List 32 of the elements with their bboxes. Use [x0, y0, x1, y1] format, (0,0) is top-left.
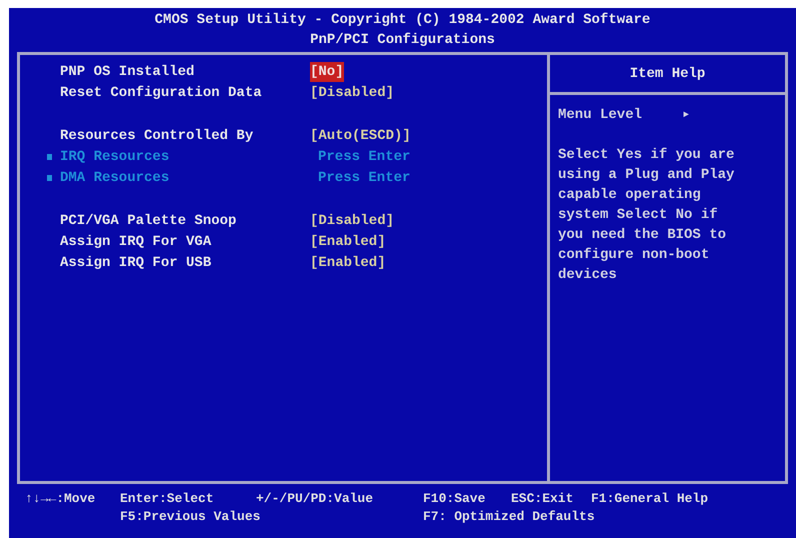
press-enter-link[interactable]: Press Enter [310, 146, 410, 166]
setting-label[interactable]: Resources Controlled By [60, 126, 310, 146]
setting-value[interactable]: [Enabled] [310, 252, 386, 272]
setting-value[interactable]: [No] [310, 62, 344, 82]
setting-label[interactable]: Assign IRQ For VGA [60, 232, 310, 252]
setting-value[interactable]: [Auto(ESCD)] [310, 126, 411, 146]
setting-value[interactable]: [Enabled] [310, 232, 386, 252]
setting-label[interactable]: Assign IRQ For USB [60, 252, 310, 272]
page-title: PnP/PCI Configurations [310, 31, 495, 50]
key-hint: F5:Previous Values [120, 508, 262, 526]
submenu-label[interactable]: DMA Resources [60, 168, 310, 188]
header-title: CMOS Setup Utility - Copyright (C) 1984-2002 Award Software [154, 11, 650, 30]
press-enter-link[interactable]: Press Enter [310, 168, 410, 188]
key-hint: +/-/PU/PD:Value [256, 490, 374, 508]
setting-label[interactable]: PCI/VGA Palette Snoop [60, 210, 310, 230]
key-hint: Enter:Select [120, 490, 215, 508]
setting-value[interactable]: [Disabled] [310, 210, 394, 230]
help-text: Select Yes if you are using a Plug and Play capable operating system Select No if you need the BIOS to configure non-boot devices [558, 146, 736, 285]
help-title: Item Help [630, 64, 706, 84]
menu-level-label: Menu Level [558, 106, 642, 125]
key-hint: F1:General Help [591, 490, 710, 508]
key-hint: F10:Save [423, 490, 486, 508]
key-hint: F7: Optimized Defaults [423, 508, 596, 526]
submenu-marker-icon [47, 174, 52, 180]
setting-value[interactable]: [Disabled] [310, 82, 394, 102]
setting-label[interactable]: PNP OS Installed [60, 62, 310, 82]
setting-label[interactable]: Reset Configuration Data [60, 82, 310, 102]
submenu-label[interactable]: IRQ Resources [60, 146, 310, 166]
menu-level-value: ▸ [682, 106, 690, 125]
key-hint: ↑↓→←:Move [25, 490, 96, 508]
key-hint: ESC:Exit [511, 490, 574, 508]
submenu-marker-icon [47, 154, 52, 160]
